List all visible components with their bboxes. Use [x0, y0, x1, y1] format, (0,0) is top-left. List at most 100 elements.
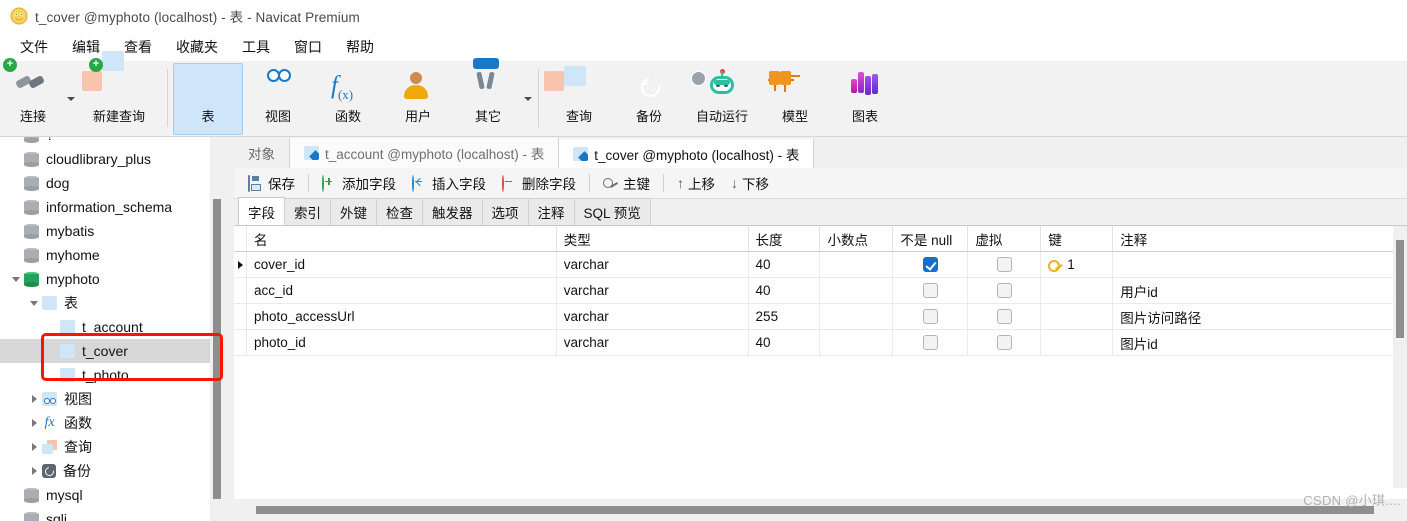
chevron-right-icon[interactable] — [26, 411, 42, 435]
cell-length[interactable]: 40 — [749, 330, 821, 355]
column-header-virtual[interactable]: 虚拟 — [968, 226, 1042, 251]
other-dropdown-caret-icon[interactable] — [523, 63, 533, 135]
virtual-checkbox[interactable] — [996, 335, 1012, 350]
tree-item-information-schema[interactable]: information_schema — [0, 195, 210, 219]
toolbar-connection-button[interactable]: + 连接 — [0, 58, 66, 135]
toolbar-chart-button[interactable]: 图表 — [830, 63, 900, 135]
tab-objects[interactable]: 对象 — [234, 138, 290, 168]
toolbar-query-button[interactable]: 查询 — [544, 63, 614, 135]
tree-item-t-photo[interactable]: t_photo — [0, 363, 210, 387]
toolbar-function-button[interactable]: f(x) 函数 — [313, 63, 383, 135]
cell-comment[interactable]: 图片访问路径 — [1113, 304, 1393, 329]
cell-decimals[interactable] — [820, 330, 894, 355]
not-null-checkbox[interactable] — [922, 283, 938, 298]
subtab-foreign-keys[interactable]: 外键 — [330, 198, 377, 225]
subtab-fields[interactable]: 字段 — [238, 197, 285, 225]
tree-item-dog[interactable]: dog — [0, 171, 210, 195]
cell-length[interactable]: 40 — [749, 252, 821, 277]
subtab-triggers[interactable]: 触发器 — [422, 198, 483, 225]
toolbar-automation-button[interactable]: 自动运行 — [684, 63, 760, 135]
primary-key-button[interactable]: 主键 — [595, 170, 658, 196]
cell-type[interactable]: varchar — [557, 304, 749, 329]
move-up-button[interactable]: ↑ 上移 — [669, 170, 723, 196]
cell-comment[interactable]: 用户id — [1113, 278, 1393, 303]
subtab-sql-preview[interactable]: SQL 预览 — [573, 198, 651, 225]
save-button[interactable]: 保存 — [240, 170, 303, 196]
chevron-right-icon[interactable] — [26, 387, 42, 411]
virtual-checkbox[interactable] — [996, 257, 1012, 272]
cell-virtual[interactable] — [968, 252, 1042, 277]
tree-item-functions-folder[interactable]: fx 函数 — [0, 411, 210, 435]
table-row[interactable]: cover_id varchar 40 1 — [234, 252, 1393, 278]
not-null-checkbox[interactable] — [922, 257, 938, 272]
cell-comment[interactable]: 图片id — [1113, 330, 1393, 355]
column-header-comment[interactable]: 注释 — [1113, 226, 1393, 251]
cell-name[interactable]: acc_id — [247, 278, 557, 303]
subtab-indexes[interactable]: 索引 — [284, 198, 331, 225]
menu-favorites[interactable]: 收藏夹 — [164, 34, 230, 60]
menu-window[interactable]: 窗口 — [282, 34, 334, 60]
column-header-type[interactable]: 类型 — [557, 226, 749, 251]
virtual-checkbox[interactable] — [996, 309, 1012, 324]
tree-item-tables-folder[interactable]: 表 — [0, 291, 210, 315]
tree-item-mysql[interactable]: mysql — [0, 483, 210, 507]
tree-item-views-folder[interactable]: 视图 — [0, 387, 210, 411]
column-header-name[interactable]: 名 — [247, 226, 557, 251]
subtab-checks[interactable]: 检查 — [376, 198, 423, 225]
subtab-comment[interactable]: 注释 — [527, 198, 575, 225]
cell-not-null[interactable] — [893, 278, 969, 303]
toolbar-backup-button[interactable]: 备份 — [614, 63, 684, 135]
cell-virtual[interactable] — [968, 278, 1042, 303]
cell-name[interactable]: cover_id — [247, 252, 557, 277]
tree-item-cloudlibrary-plus[interactable]: cloudlibrary_plus — [0, 147, 210, 171]
cell-key[interactable] — [1041, 304, 1114, 329]
connection-dropdown-caret-icon[interactable] — [66, 63, 76, 135]
cell-key[interactable] — [1041, 278, 1114, 303]
cell-type[interactable]: varchar — [557, 278, 749, 303]
subtab-options[interactable]: 选项 — [481, 198, 529, 225]
tree-item-t-account[interactable]: t_account — [0, 315, 210, 339]
toolbar-new-query-button[interactable]: + 新建查询 — [76, 51, 162, 135]
cell-comment[interactable] — [1113, 252, 1393, 277]
pane-splitter[interactable] — [224, 137, 234, 521]
cell-virtual[interactable] — [968, 304, 1042, 329]
grid-horizontal-scrollbar-thumb[interactable] — [256, 506, 1374, 514]
chevron-down-icon[interactable] — [8, 267, 24, 291]
cell-length[interactable]: 40 — [749, 278, 821, 303]
cell-key[interactable] — [1041, 330, 1114, 355]
move-down-button[interactable]: ↓ 下移 — [723, 170, 777, 196]
tree-item-t-cover[interactable]: t_cover — [0, 339, 210, 363]
tree-item-myphoto[interactable]: myphoto — [0, 267, 210, 291]
cell-not-null[interactable] — [893, 330, 969, 355]
menu-file[interactable]: 文件 — [8, 34, 60, 60]
cell-name[interactable]: photo_accessUrl — [247, 304, 557, 329]
cell-not-null[interactable] — [893, 304, 969, 329]
toolbar-model-button[interactable]: 模型 — [760, 63, 830, 135]
cell-not-null[interactable] — [893, 252, 969, 277]
tree-item-mybatis[interactable]: mybatis — [0, 219, 210, 243]
toolbar-user-button[interactable]: 用户 — [383, 63, 453, 135]
column-header-decimals[interactable]: 小数点 — [820, 226, 894, 251]
insert-field-button[interactable]: 插入字段 — [404, 170, 494, 196]
column-header-key[interactable]: 键 — [1041, 226, 1114, 251]
toolbar-other-button[interactable]: 其它 — [453, 58, 523, 135]
object-tree-sidebar[interactable]: ? cloudlibrary_plus dog information_sche… — [0, 137, 224, 521]
cell-key[interactable]: 1 — [1041, 252, 1114, 277]
tree-item-backups-folder[interactable]: 备份 — [0, 459, 210, 483]
cell-virtual[interactable] — [968, 330, 1042, 355]
table-row[interactable]: photo_accessUrl varchar 255 图片访问路径 — [234, 304, 1393, 330]
toolbar-table-button[interactable]: 表 — [173, 63, 1350, 179]
not-null-checkbox[interactable] — [922, 309, 938, 324]
cell-length[interactable]: 255 — [749, 304, 821, 329]
tab-t-cover[interactable]: t_cover @myphoto (localhost) - 表 — [559, 139, 815, 169]
fields-grid[interactable]: 名 类型 长度 小数点 不是 null 虚拟 键 注释 cover_id var… — [234, 226, 1393, 488]
delete-field-button[interactable]: 删除字段 — [494, 170, 584, 196]
sidebar-scrollbar-thumb[interactable] — [213, 199, 221, 499]
cell-type[interactable]: varchar — [557, 330, 749, 355]
column-header-length[interactable]: 长度 — [749, 226, 821, 251]
virtual-checkbox[interactable] — [996, 283, 1012, 298]
tab-t-account[interactable]: t_account @myphoto (localhost) - 表 — [290, 138, 560, 168]
cell-decimals[interactable] — [820, 278, 894, 303]
table-row[interactable]: photo_id varchar 40 图片id — [234, 330, 1393, 356]
cell-decimals[interactable] — [820, 304, 894, 329]
